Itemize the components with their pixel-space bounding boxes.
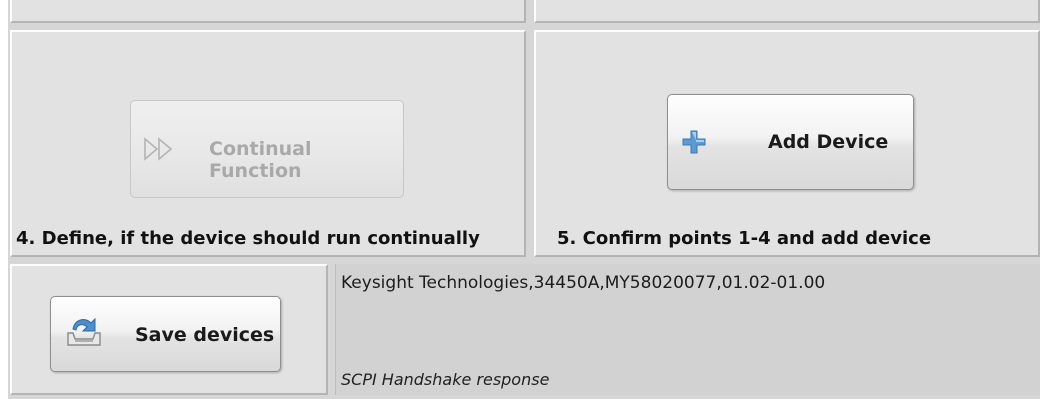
scpi-response-caption: SCPI Handshake response <box>341 370 550 389</box>
plus-icon <box>682 130 706 158</box>
add-device-label: Add Device <box>768 131 889 153</box>
continual-function-button[interactable]: Continual Function <box>130 100 404 198</box>
scpi-response-box: Keysight Technologies,34450A,MY58020077,… <box>335 264 1040 395</box>
step4-panel: Continual Function 4. Define, if the dev… <box>10 30 526 257</box>
scpi-response-text: Keysight Technologies,34450A,MY58020077,… <box>341 273 826 293</box>
save-devices-button[interactable]: Save devices <box>50 296 281 372</box>
top-left-panel <box>10 0 526 23</box>
save-download-icon <box>65 315 103 353</box>
save-devices-panel: Save devices <box>10 264 328 395</box>
step5-panel: Add Device 5. Confirm points 1-4 and add… <box>534 30 1040 257</box>
step5-instruction: 5. Confirm points 1-4 and add device <box>557 228 932 249</box>
save-devices-label: Save devices <box>135 324 275 346</box>
device-config-frame: Continual Function 4. Define, if the dev… <box>8 0 1040 399</box>
add-device-button[interactable]: Add Device <box>667 94 914 190</box>
step4-instruction: 4. Define, if the device should run cont… <box>16 228 480 249</box>
continual-function-label: Continual Function <box>209 138 312 182</box>
fast-forward-icon <box>143 136 177 166</box>
top-right-panel <box>534 0 1040 23</box>
